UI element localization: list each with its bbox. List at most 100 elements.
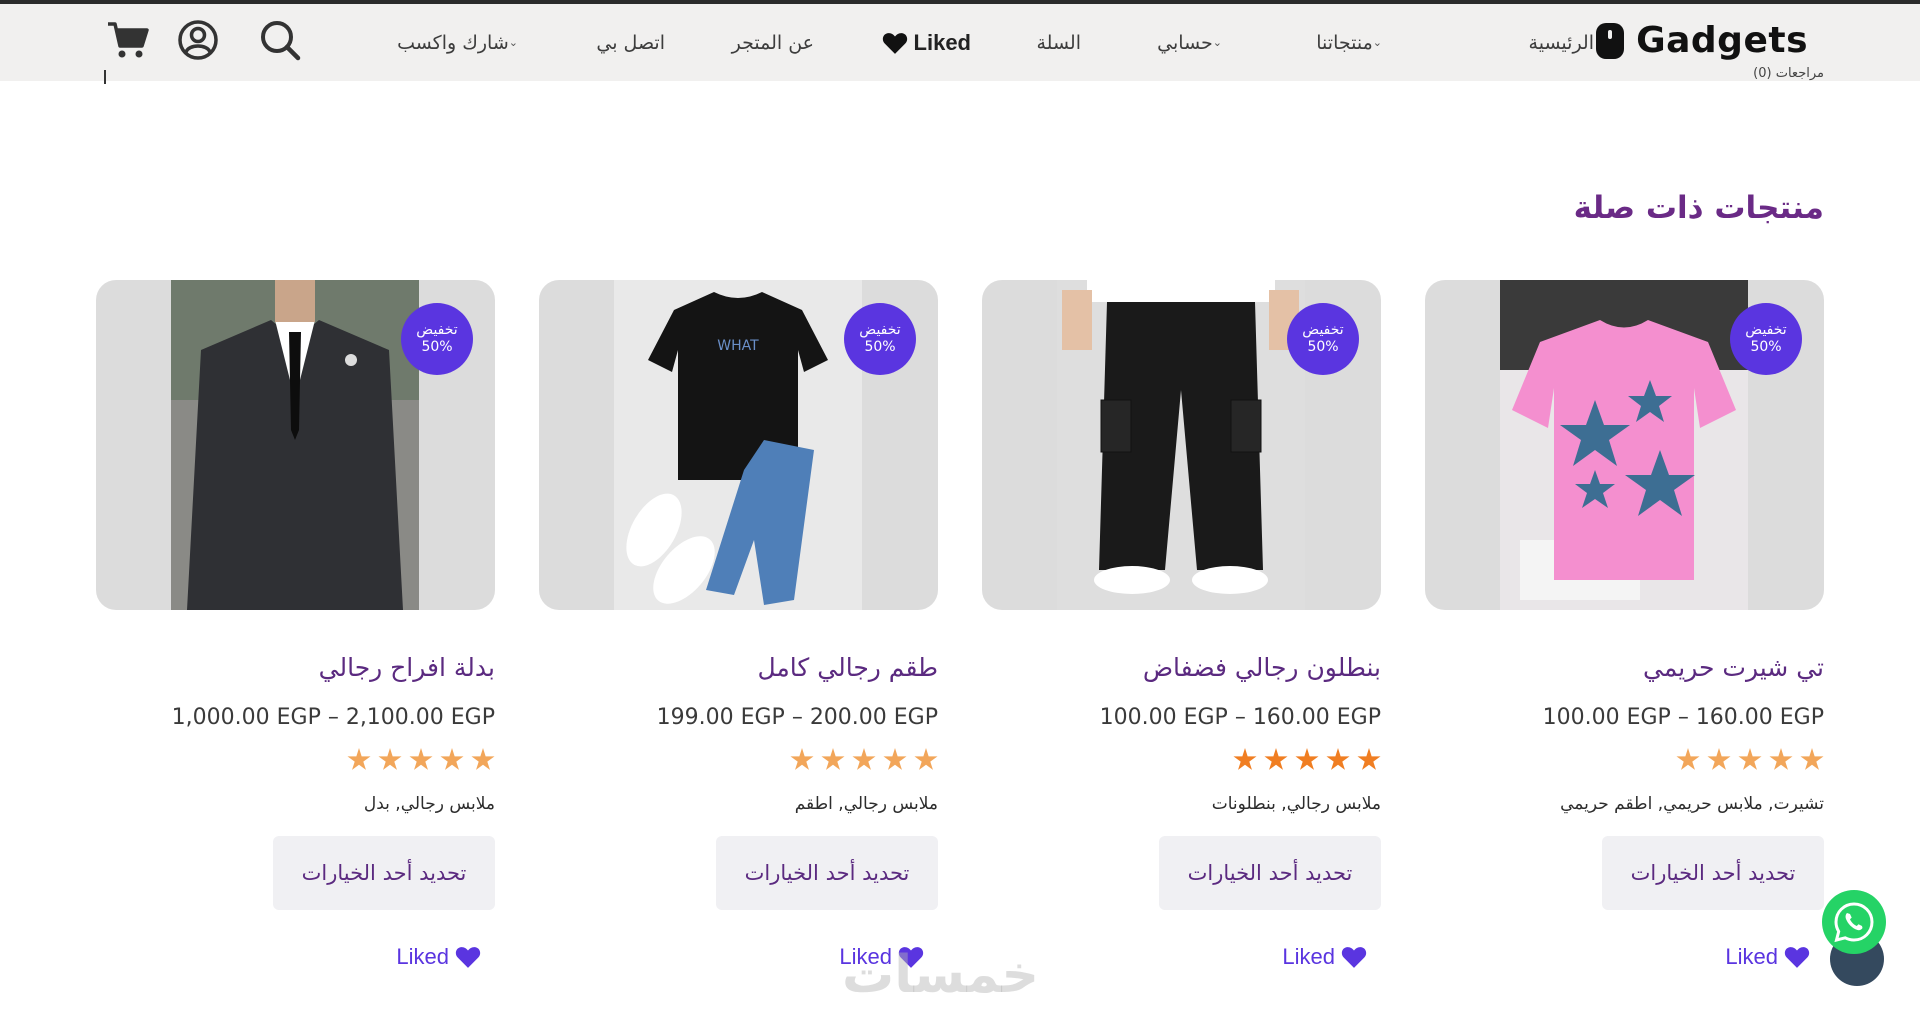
product-price: 100.00 EGP – 160.00 EGP <box>1099 705 1381 730</box>
pink-tshirt-photo <box>1500 280 1748 610</box>
nav-share-earn[interactable]: شارك واكسب ⌄ <box>397 4 528 81</box>
nav-products[interactable]: منتجاتنا ⌄ <box>1316 4 1392 81</box>
nav-cart[interactable]: السلة <box>1037 4 1082 81</box>
discount-badge: تخفيض 50% <box>1730 303 1802 375</box>
star-icon <box>1233 748 1257 770</box>
product-price: 100.00 EGP – 160.00 EGP <box>1542 705 1824 730</box>
star-icon <box>914 748 938 770</box>
product-categories[interactable]: ملابس رجالي, بنطلونات <box>1212 794 1381 814</box>
product-image[interactable]: WHAT تخفيض 50% <box>539 280 938 610</box>
star-icon <box>1800 748 1824 770</box>
product-image[interactable]: تخفيض 50% <box>1425 280 1824 610</box>
select-options-button[interactable]: تحديد أحد الخيارات <box>1159 836 1381 910</box>
star-icon <box>378 748 402 770</box>
product-card: تخفيض 50% بنطلون رجالي فضفاض 100.00 EGP … <box>982 280 1381 1010</box>
nav-contact-label: اتصل بي <box>596 31 665 54</box>
like-button[interactable]: Liked <box>1282 944 1367 970</box>
star-icon <box>1707 748 1731 770</box>
star-icon <box>1264 748 1288 770</box>
nav-liked[interactable]: Liked <box>882 4 971 81</box>
like-button[interactable]: Liked <box>396 944 481 970</box>
brand-name: Gadgets <box>1636 20 1808 61</box>
star-icon <box>440 748 464 770</box>
badge-percent: 50% <box>864 339 896 355</box>
badge-label: تخفيض <box>859 321 901 338</box>
whatsapp-icon <box>1834 902 1874 943</box>
heart-icon <box>882 32 907 54</box>
chevron-down-icon: ⌄ <box>1372 36 1382 49</box>
nav-liked-label: Liked <box>913 29 971 55</box>
select-options-button[interactable]: تحديد أحد الخيارات <box>273 836 495 910</box>
select-options-button[interactable]: تحديد أحد الخيارات <box>1602 836 1824 910</box>
chevron-down-icon: ⌄ <box>1212 36 1222 49</box>
heart-icon <box>455 947 481 968</box>
outfit-set-photo: WHAT <box>614 280 862 610</box>
nav-account[interactable]: حسابي ⌄ <box>1157 4 1232 81</box>
product-card: WHAT تخفيض 50% طقم رجالي كامل 199.00 EGP… <box>539 280 938 1010</box>
nav-home[interactable]: الرئيسية <box>1529 4 1594 81</box>
product-categories[interactable]: ملابس رجالي, بدل <box>364 794 495 814</box>
related-products-title: منتجات ذات صلة <box>1573 190 1824 226</box>
star-icon <box>471 748 495 770</box>
discount-badge: تخفيض 50% <box>1287 303 1359 375</box>
product-categories[interactable]: تشيرت, ملابس حريمي, اطقم حريمي <box>1560 794 1824 814</box>
chevron-down-icon: ⌄ <box>508 36 518 49</box>
product-categories[interactable]: ملابس رجالي, اطقم <box>795 794 938 814</box>
product-title[interactable]: بدلة افراح رجالي <box>319 653 495 682</box>
cart-icon[interactable] <box>106 18 150 62</box>
star-icon <box>1326 748 1350 770</box>
watermark: خمسات <box>842 945 1040 1005</box>
site-logo[interactable]: Gadgets <box>1596 20 1808 61</box>
divider-fragment <box>104 70 106 84</box>
star-icon <box>1295 748 1319 770</box>
badge-label: تخفيض <box>416 321 458 338</box>
nav-home-label: الرئيسية <box>1528 31 1594 54</box>
badge-label: تخفيض <box>1745 321 1787 338</box>
black-pants-photo <box>1057 280 1305 610</box>
like-label: Liked <box>396 944 449 969</box>
rating-stars <box>1233 748 1381 772</box>
star-icon <box>1769 748 1793 770</box>
product-card: تخفيض 50% تي شيرت حريمي 100.00 EGP – 160… <box>1425 280 1824 1010</box>
svg-text:WHAT: WHAT <box>717 338 759 354</box>
badge-percent: 50% <box>1307 339 1339 355</box>
star-icon <box>347 748 371 770</box>
product-title[interactable]: طقم رجالي كامل <box>757 653 938 682</box>
star-icon <box>821 748 845 770</box>
search-icon[interactable] <box>258 18 302 62</box>
star-icon <box>1738 748 1762 770</box>
nav-about[interactable]: عن المتجر <box>732 4 814 81</box>
star-icon <box>852 748 876 770</box>
nav-cart-label: السلة <box>1036 31 1082 54</box>
star-icon <box>1357 748 1381 770</box>
nav-products-label: منتجاتنا <box>1316 31 1373 54</box>
reviews-tab-fragment[interactable]: مراجعات (0) <box>1753 66 1824 81</box>
product-title[interactable]: تي شيرت حريمي <box>1643 653 1824 682</box>
like-label: Liked <box>1282 944 1335 969</box>
discount-badge: تخفيض 50% <box>401 303 473 375</box>
star-icon <box>1676 748 1700 770</box>
suit-photo <box>171 280 419 610</box>
select-options-button[interactable]: تحديد أحد الخيارات <box>716 836 938 910</box>
nav-contact[interactable]: اتصل بي <box>596 4 665 81</box>
badge-percent: 50% <box>1750 339 1782 355</box>
whatsapp-button[interactable] <box>1822 890 1886 954</box>
user-icon[interactable] <box>176 18 220 62</box>
rating-stars <box>347 748 495 772</box>
like-label: Liked <box>1725 944 1778 969</box>
product-price: 1,000.00 EGP – 2,100.00 EGP <box>171 705 495 730</box>
nav-account-label: حسابي <box>1157 31 1213 54</box>
product-price: 199.00 EGP – 200.00 EGP <box>656 705 938 730</box>
product-title[interactable]: بنطلون رجالي فضفاض <box>1143 653 1381 682</box>
badge-percent: 50% <box>421 339 453 355</box>
badge-label: تخفيض <box>1302 321 1344 338</box>
heart-icon <box>1341 947 1367 968</box>
like-button[interactable]: Liked <box>1725 944 1810 970</box>
product-image[interactable]: تخفيض 50% <box>982 280 1381 610</box>
rating-stars <box>790 748 938 772</box>
discount-badge: تخفيض 50% <box>844 303 916 375</box>
rating-stars <box>1676 748 1824 772</box>
nav-share-earn-label: شارك واكسب <box>397 31 509 54</box>
nav-about-label: عن المتجر <box>731 31 814 54</box>
product-image[interactable]: تخفيض 50% <box>96 280 495 610</box>
